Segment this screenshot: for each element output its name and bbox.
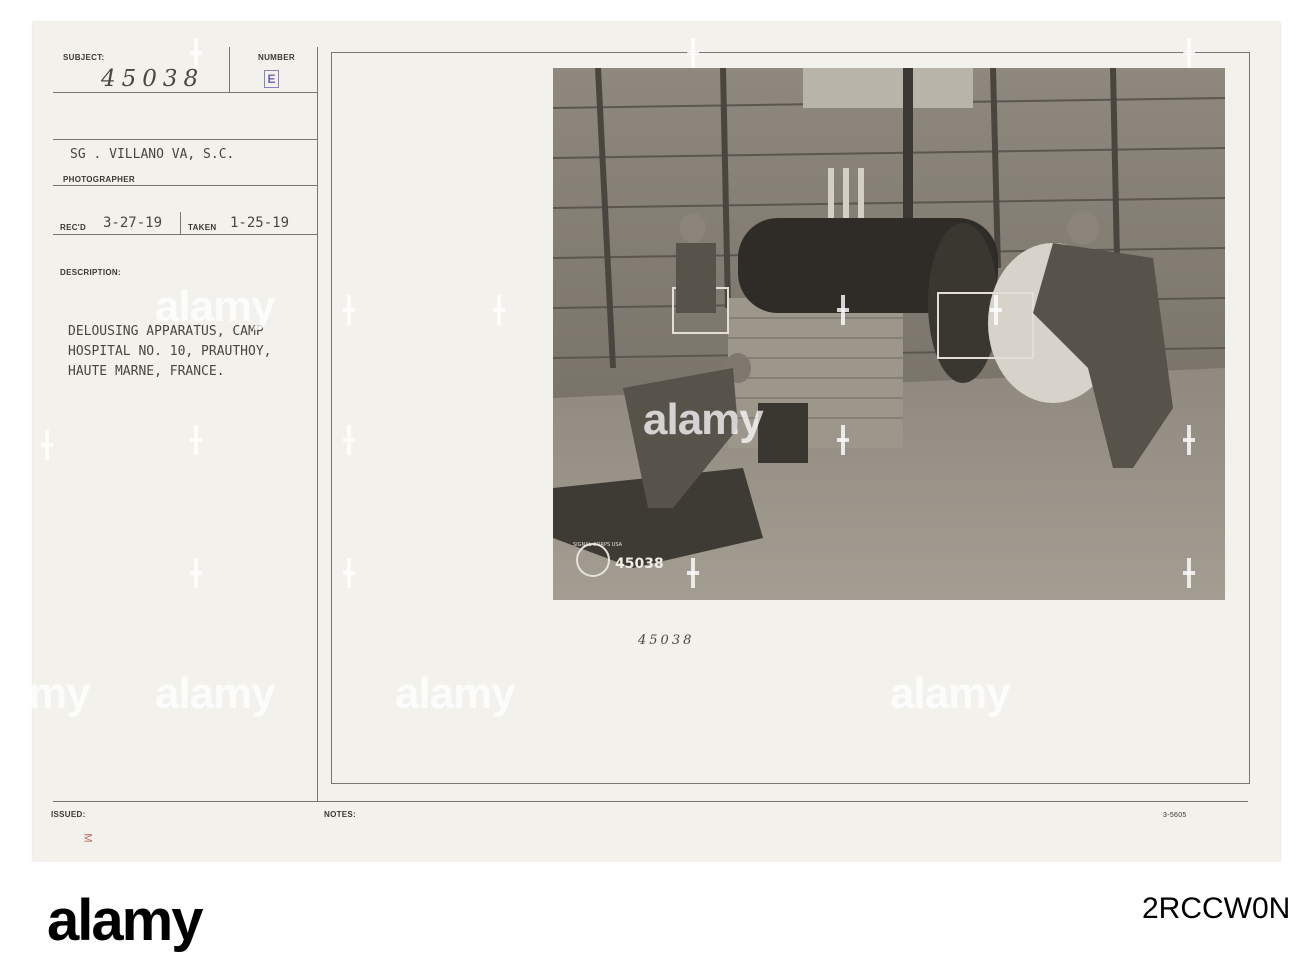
notes-label: NOTES: [324,810,357,819]
photographer-name: SG . VILLANO VA, S.C. [70,147,235,162]
issued-label: ISSUED: [51,810,86,819]
watermark-plus-mark [343,295,355,325]
left-column-divider [317,47,318,802]
description-line-2: HOSPITAL NO. 10, PRAUTHOY, [68,344,272,359]
watermark-plus-mark [190,558,202,588]
photo-stamp-number: 45038 [615,556,664,572]
margin-mark: M [81,833,94,843]
watermark-plus-mark [990,295,1002,325]
stock-footer: alamy 2RCCW0N [0,862,1300,978]
received-date: 3-27-19 [103,215,163,231]
watermark-plus-mark [687,38,699,68]
number-label: NUMBER [258,53,295,62]
watermark-plus-mark [190,425,202,455]
watermark-plus-mark [190,38,202,68]
watermark-plus-mark [837,425,849,455]
photographer-under-rule [53,185,317,186]
watermark-plus-mark [837,295,849,325]
dates-divider [180,212,181,235]
watermark-plus-mark [1183,38,1195,68]
photographer-label: PHOTOGRAPHER [63,175,135,184]
delousing-scene-image: 45038 SIGNAL CORPS USA [553,68,1225,600]
alamy-logo: alamy [47,888,203,953]
taken-label: TAKEN [188,223,217,232]
watermark-plus-mark [687,558,699,588]
watermark-plus-mark [343,558,355,588]
description-label: DESCRIPTION: [60,268,121,277]
caption-number: 45038 [638,633,695,648]
subject-label: SUBJECT: [63,53,105,62]
historical-photograph: 45038 SIGNAL CORPS USA [553,68,1225,600]
subject-number: 45038 [101,66,205,92]
received-label: REC'D [60,223,87,232]
bottom-rule [53,801,1248,802]
photographer-rule [53,139,317,140]
watermark-plus-mark [1183,425,1195,455]
watermark-plus-mark [1183,558,1195,588]
number-value: E [264,70,279,88]
watermark-plus-mark [41,430,53,460]
dates-rule [53,234,317,235]
photo-stamp-text: SIGNAL CORPS USA [573,542,623,548]
description-line-3: HAUTE MARNE, FRANCE. [68,364,225,379]
taken-date: 1-25-19 [230,215,290,231]
subject-rule [53,92,317,93]
image-id: 2RCCW0N [1142,892,1291,925]
watermark-plus-mark [493,295,505,325]
right-column-divider [229,47,230,92]
watermark-plus-mark [343,425,355,455]
form-code: 3-5605 [1163,812,1187,819]
